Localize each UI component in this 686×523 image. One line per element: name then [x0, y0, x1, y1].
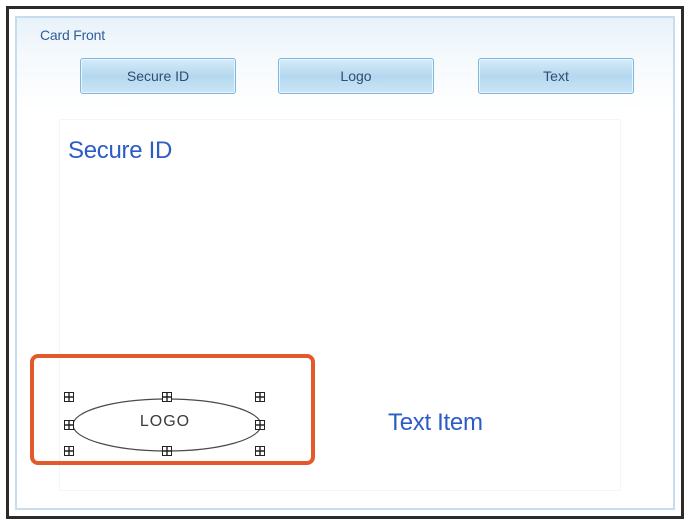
- resize-handle-icon[interactable]: [162, 392, 172, 402]
- secure-id-button[interactable]: Secure ID: [80, 58, 236, 94]
- logo-button[interactable]: Logo: [278, 58, 434, 94]
- resize-handle-icon[interactable]: [162, 446, 172, 456]
- resize-handle-icon[interactable]: [64, 446, 74, 456]
- resize-handle-icon[interactable]: [64, 392, 74, 402]
- resize-handle-icon[interactable]: [255, 446, 265, 456]
- resize-handle-icon[interactable]: [64, 420, 74, 430]
- secure-id-text-item[interactable]: Secure ID: [68, 137, 172, 165]
- resize-handle-icon[interactable]: [255, 420, 265, 430]
- panel-title: Card Front: [40, 27, 105, 43]
- text-button[interactable]: Text: [478, 58, 634, 94]
- logo-item[interactable]: LOGO: [110, 413, 220, 431]
- resize-handle-icon[interactable]: [255, 392, 265, 402]
- text-item[interactable]: Text Item: [388, 409, 483, 437]
